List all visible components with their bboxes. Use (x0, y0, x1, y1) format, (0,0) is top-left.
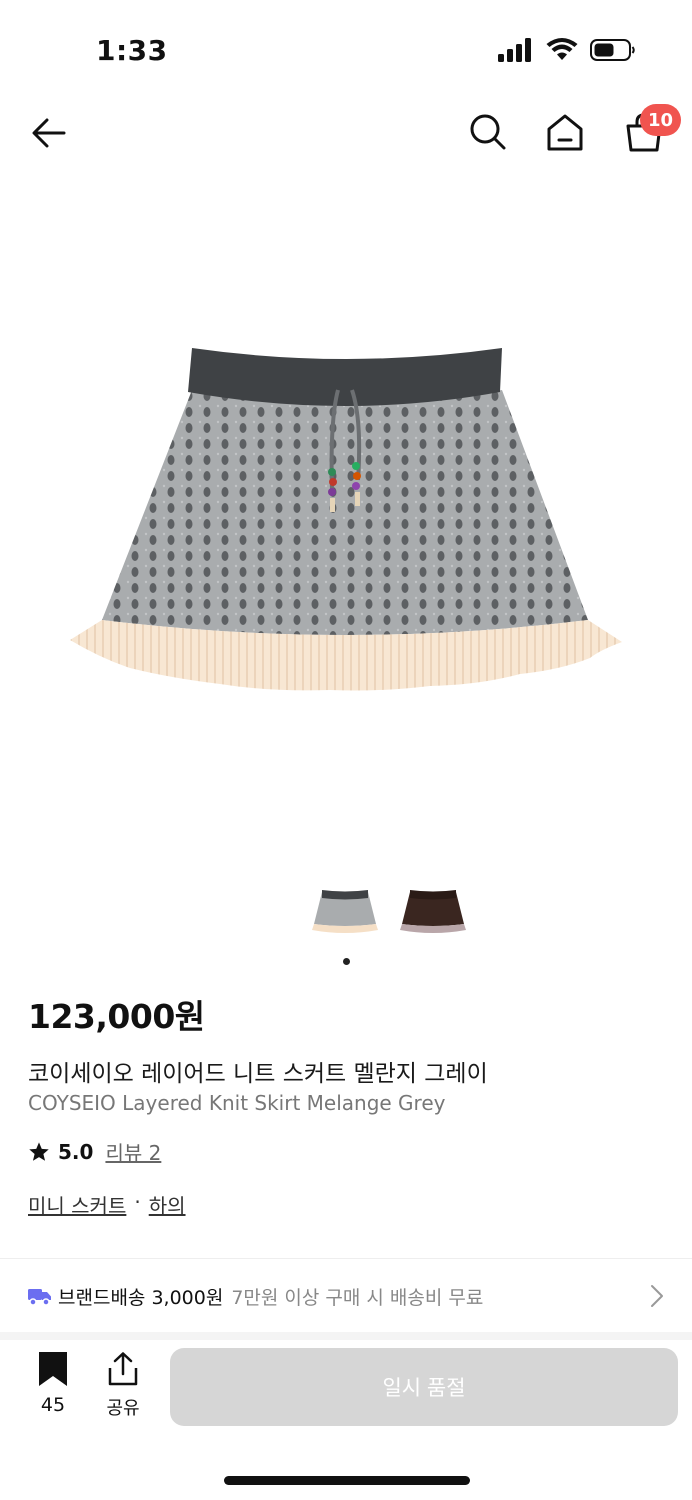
thumbnail-brown[interactable] (398, 882, 468, 942)
status-bar: 1:33 (0, 0, 692, 100)
soldout-button[interactable]: 일시 품절 (170, 1348, 678, 1426)
product-name-english: COYSEIO Layered Knit Skirt Melange Grey (28, 1091, 446, 1115)
category-separator: · (134, 1190, 141, 1214)
status-icons (498, 38, 636, 62)
category-breadcrumb: 미니 스커트 · 하의 (28, 1190, 186, 1219)
signal-icon (498, 38, 531, 62)
star-icon (29, 1141, 49, 1161)
bookmark-count: 45 (40, 1394, 66, 1416)
shipping-fee: 브랜드배송 3,000원 (58, 1286, 224, 1309)
rating-row: 5.0 리뷰 2 (28, 1137, 161, 1166)
home-indicator[interactable] (224, 1476, 470, 1485)
truck-icon (28, 1289, 51, 1306)
rating-value: 5.0 (58, 1139, 94, 1164)
bottom-action-bar: 45 공유 일시 품절 (0, 1340, 692, 1440)
share-button[interactable]: 공유 (100, 1352, 146, 1420)
shipping-info-row[interactable]: 브랜드배송 3,000원 7만원 이상 구매 시 배송비 무료 (0, 1260, 692, 1332)
thumbnail-strip (0, 882, 692, 944)
back-arrow-icon[interactable] (28, 112, 70, 154)
product-price: 123,000원 (28, 997, 205, 1036)
nav-bar (0, 100, 692, 166)
thumbnail-grey[interactable] (310, 882, 380, 942)
gallery-dot-indicator (343, 958, 350, 965)
share-label: 공유 (106, 1398, 140, 1419)
search-icon[interactable] (468, 112, 508, 152)
share-icon (108, 1352, 138, 1386)
divider (0, 1258, 692, 1259)
product-image[interactable] (0, 180, 692, 870)
wifi-icon (546, 38, 578, 60)
bookmark-icon (39, 1352, 67, 1386)
product-name-korean: 코이세이오 레이어드 니트 스커트 멜란지 그레이 (28, 1061, 488, 1087)
status-time: 1:33 (96, 34, 168, 67)
shipping-free-note: 7만원 이상 구매 시 배송비 무료 (231, 1286, 484, 1309)
home-icon[interactable] (545, 112, 585, 152)
bookmark-button[interactable]: 45 (30, 1352, 76, 1416)
battery-icon (590, 39, 635, 61)
category-bottoms[interactable]: 하의 (149, 1190, 186, 1219)
category-mini-skirt[interactable]: 미니 스커트 (28, 1190, 126, 1219)
cart-count-badge: 10 (640, 104, 682, 136)
section-gap (0, 1332, 692, 1340)
chevron-right-icon (651, 1285, 663, 1307)
review-link[interactable]: 리뷰 2 (105, 1137, 161, 1166)
